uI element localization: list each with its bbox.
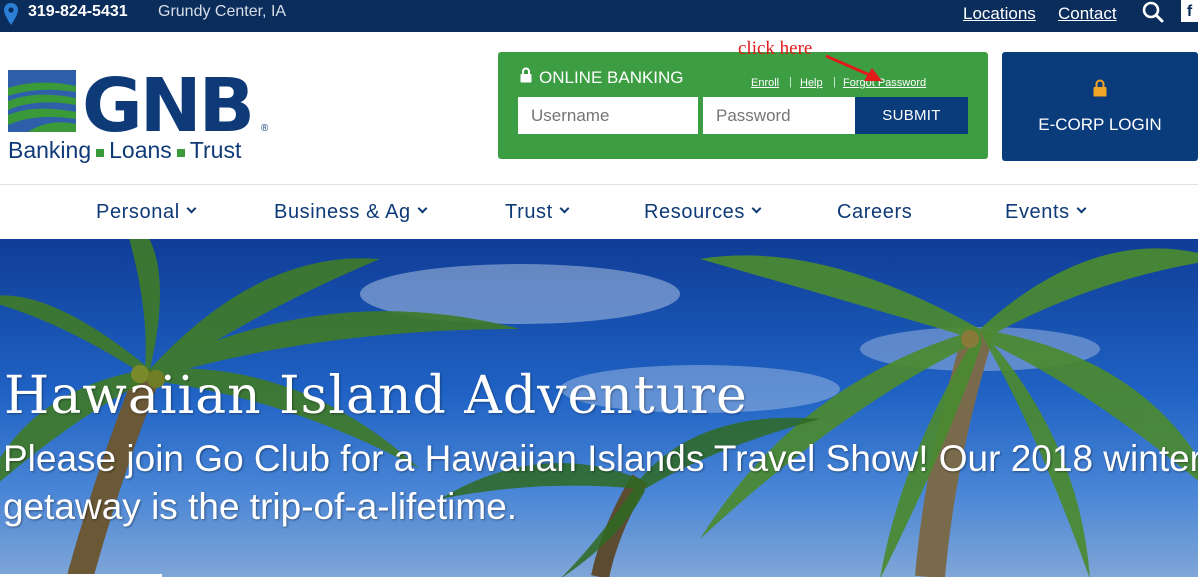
- ecorp-login-button[interactable]: [1002, 52, 1198, 161]
- nav-label: Resources: [644, 201, 745, 223]
- lock-icon: [520, 67, 532, 83]
- online-banking-title: ONLINE BANKING: [539, 68, 684, 87]
- logo-registered: ®: [261, 123, 269, 134]
- nav-label: Trust: [505, 201, 553, 223]
- chevron-down-icon: [559, 203, 570, 214]
- tagline-separator: [96, 149, 105, 157]
- nav-label: Business & Ag: [274, 201, 411, 223]
- chevron-down-icon: [417, 203, 428, 214]
- search-icon[interactable]: [1141, 0, 1165, 24]
- nav-trust[interactable]: Trust: [505, 201, 570, 224]
- main-nav: Personal Business & Ag Trust Resources C…: [0, 184, 1198, 239]
- tagline-banking: Banking: [8, 137, 92, 163]
- city-label: Grundy Center, IA: [158, 3, 287, 20]
- phone-number[interactable]: 319-824-5431: [28, 3, 128, 21]
- nav-label: Personal: [96, 201, 180, 223]
- nav-resources[interactable]: Resources: [644, 201, 762, 224]
- nav-careers[interactable]: Careers: [837, 201, 912, 224]
- brand-tagline: Banking Loans Trust: [8, 137, 241, 164]
- contact-link[interactable]: Contact: [1058, 4, 1117, 24]
- chevron-down-icon: [751, 203, 762, 214]
- hero-title: Hawaiian Island Adventure: [4, 366, 748, 426]
- submit-button[interactable]: SUBMIT: [855, 97, 968, 134]
- ecorp-login-label[interactable]: E-CORP LOGIN: [1002, 115, 1198, 135]
- hero-description: Please join Go Club for a Hawaiian Islan…: [3, 438, 1198, 527]
- tagline-loans: Loans: [109, 137, 172, 163]
- top-bar: 319-824-5431 Grundy Center, IA Locations…: [0, 0, 1198, 32]
- chevron-down-icon: [1076, 203, 1087, 214]
- password-input[interactable]: [703, 97, 855, 134]
- click-here-annotation: click here: [738, 38, 813, 59]
- link-divider: |: [789, 76, 792, 88]
- locations-link[interactable]: Locations: [963, 4, 1036, 24]
- username-input[interactable]: [518, 97, 698, 134]
- nav-label: Careers: [837, 201, 913, 223]
- nav-business-ag[interactable]: Business & Ag: [274, 201, 428, 224]
- nav-personal[interactable]: Personal: [96, 201, 197, 224]
- location-pin-icon: [4, 3, 18, 25]
- tagline-trust: Trust: [189, 137, 242, 163]
- facebook-icon[interactable]: f: [1181, 0, 1198, 22]
- chevron-down-icon: [186, 203, 197, 214]
- hero-banner: Hawaiian Island Adventure Please join Go…: [0, 239, 1198, 577]
- tagline-separator: [176, 149, 185, 157]
- lock-icon: [1093, 79, 1107, 97]
- red-arrow-icon: [825, 54, 882, 81]
- enroll-link[interactable]: Enroll: [751, 77, 779, 89]
- nav-label: Events: [1005, 201, 1070, 223]
- nav-events[interactable]: Events: [1005, 201, 1087, 224]
